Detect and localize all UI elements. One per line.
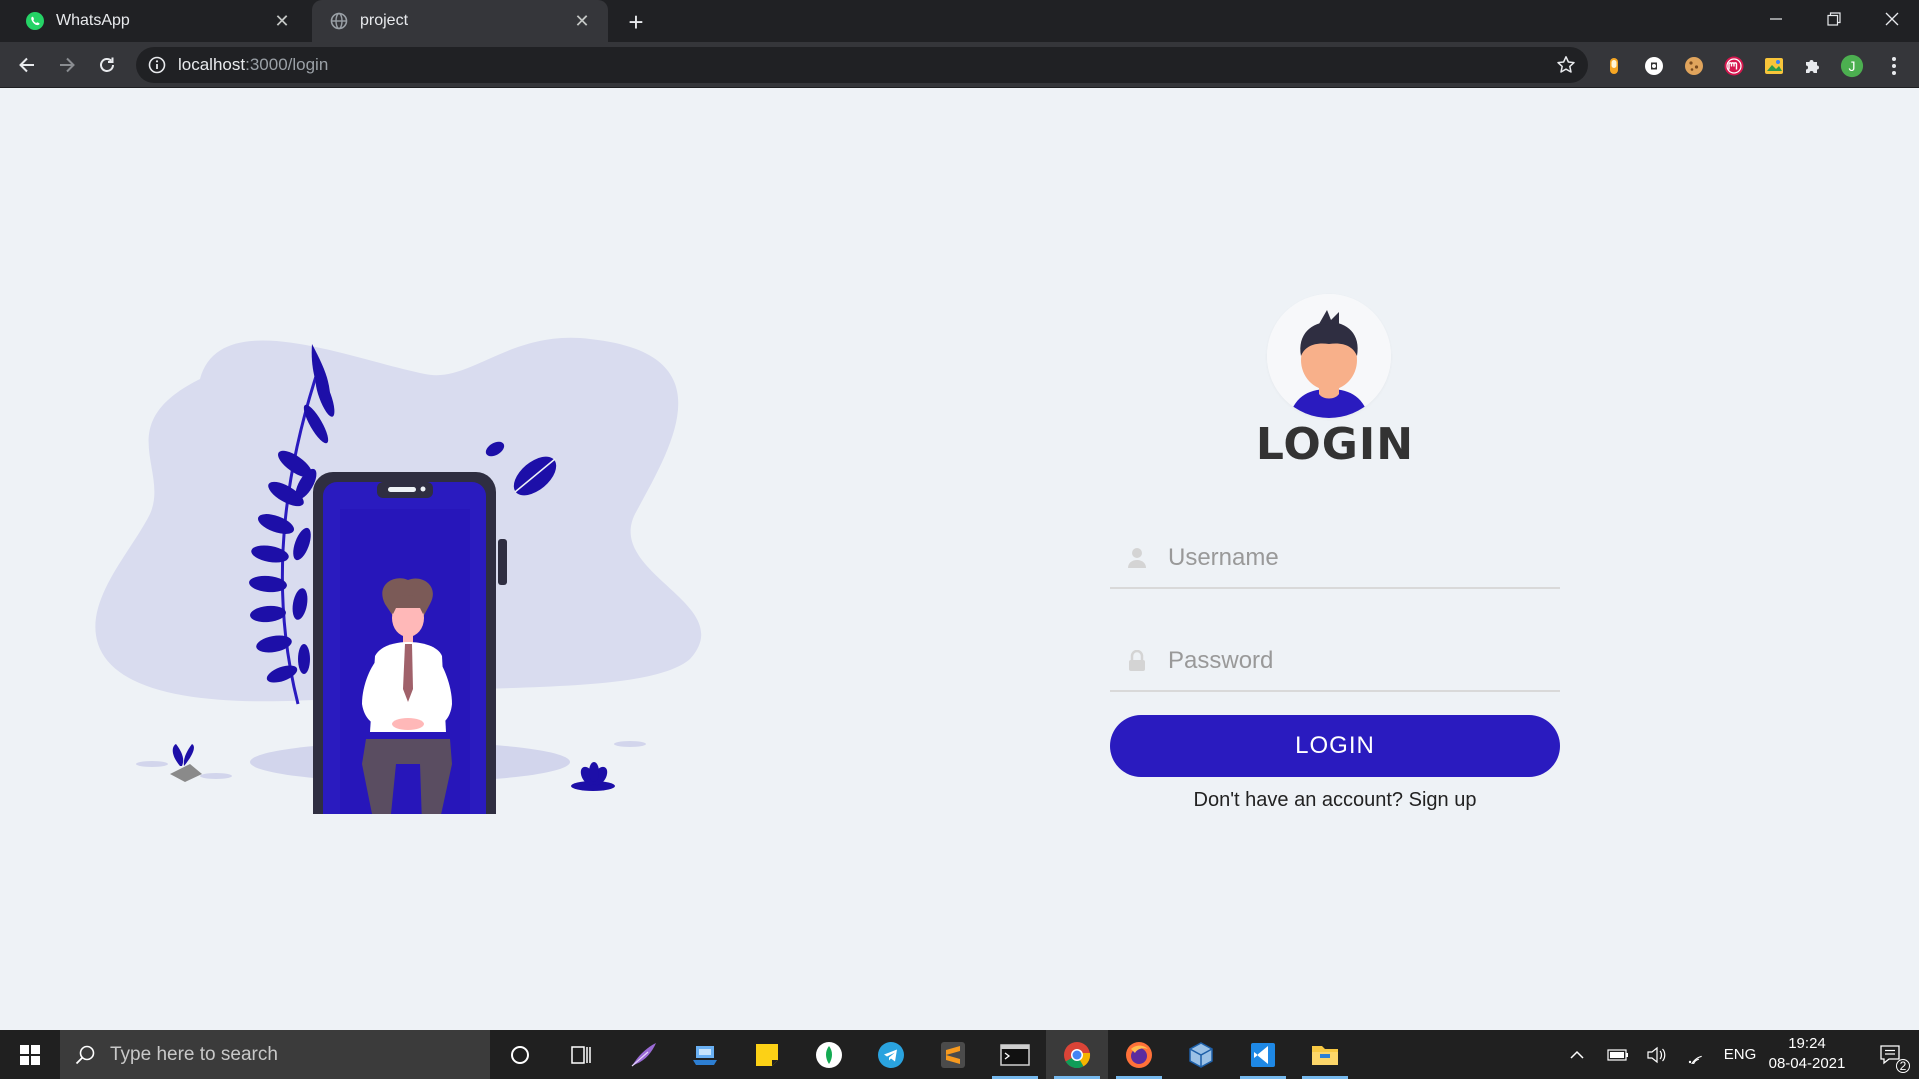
url-text: localhost:3000/login: [178, 55, 328, 75]
puzzle-extensions-icon[interactable]: [1800, 54, 1824, 78]
mongodb-compass-icon[interactable]: [798, 1030, 860, 1079]
tab-whatsapp[interactable]: WhatsApp ✕: [8, 0, 308, 42]
minimize-window-button[interactable]: [1748, 0, 1804, 38]
clock-time: 19:24: [1788, 1035, 1826, 1052]
laptop-app-icon[interactable]: [674, 1030, 736, 1079]
notification-count-badge: 2: [1896, 1059, 1910, 1073]
quill-app-icon[interactable]: [612, 1030, 674, 1079]
chevron-up-icon: [1570, 1050, 1584, 1059]
tab-project[interactable]: project ✕: [312, 0, 608, 42]
login-submit-button[interactable]: LOGIN: [1110, 715, 1560, 777]
task-view-icon[interactable]: [550, 1030, 612, 1079]
language-indicator[interactable]: ENG: [1720, 1030, 1760, 1079]
tab-title: project: [360, 12, 409, 29]
url-host: localhost: [178, 55, 246, 74]
telegram-icon[interactable]: [860, 1030, 922, 1079]
reload-button[interactable]: [92, 50, 122, 80]
signup-prompt: Don't have an account? Sign up: [1110, 789, 1560, 812]
arrow-left-icon: [19, 57, 34, 73]
username-field[interactable]: [1110, 529, 1560, 589]
password-field[interactable]: [1110, 632, 1560, 692]
reload-icon: [100, 57, 114, 72]
arrow-right-icon: [60, 57, 75, 73]
search-icon: [75, 1045, 95, 1064]
bookmark-star-icon[interactable]: [1556, 55, 1576, 75]
system-clock[interactable]: 19:24 08-04-2021: [1762, 1034, 1852, 1074]
password-input[interactable]: [1168, 647, 1548, 675]
forward-button[interactable]: [52, 50, 82, 80]
signup-prompt-text: Don't have an account?: [1193, 789, 1404, 811]
windows-taskbar: Type here to search ENG 19:24 08-04-2021…: [0, 1030, 1919, 1079]
cookie-extension-icon[interactable]: [1682, 54, 1706, 78]
action-center-button[interactable]: 2: [1868, 1030, 1914, 1079]
start-button[interactable]: [0, 1030, 60, 1079]
windows-logo-icon: [20, 1044, 40, 1065]
minimize-icon: [1770, 18, 1782, 20]
close-window-button[interactable]: [1864, 0, 1919, 38]
globe-icon: [328, 10, 350, 32]
address-bar[interactable]: localhost:3000/login: [136, 47, 1588, 83]
browser-toolbar: localhost:3000/login J: [0, 42, 1919, 88]
adblock-extension-icon[interactable]: [1642, 54, 1666, 78]
person-sitting-in-phone-illustration: [95, 337, 702, 814]
sublime-text-icon[interactable]: [922, 1030, 984, 1079]
restore-icon: [1827, 12, 1841, 26]
profile-avatar[interactable]: J: [1840, 54, 1864, 78]
virtualbox-icon[interactable]: [1170, 1030, 1232, 1079]
sticky-notes-icon[interactable]: [736, 1030, 798, 1079]
lock-icon: [1124, 648, 1150, 674]
profile-initial: J: [1848, 58, 1856, 74]
terminal-icon[interactable]: [984, 1030, 1046, 1079]
volume-icon[interactable]: [1642, 1030, 1670, 1079]
chrome-icon[interactable]: [1046, 1030, 1108, 1079]
tab-title: WhatsApp: [56, 12, 130, 29]
clock-date: 08-04-2021: [1768, 1055, 1846, 1072]
taskbar-search-placeholder: Type here to search: [110, 1043, 278, 1065]
show-hidden-icons-button[interactable]: [1562, 1030, 1592, 1079]
wifi-icon[interactable]: [1682, 1030, 1710, 1079]
close-tab-icon[interactable]: ✕: [270, 9, 294, 33]
battery-icon[interactable]: [1604, 1030, 1632, 1079]
user-avatar-icon: [1267, 294, 1391, 418]
user-icon: [1124, 545, 1150, 571]
google-keep-extension-icon[interactable]: [1762, 54, 1786, 78]
mendeley-extension-icon[interactable]: [1722, 54, 1746, 78]
file-explorer-icon[interactable]: [1294, 1030, 1356, 1079]
restore-window-button[interactable]: [1806, 0, 1862, 38]
site-info-icon[interactable]: [148, 56, 166, 74]
close-tab-icon[interactable]: ✕: [570, 9, 594, 33]
honey-extension-icon[interactable]: [1602, 54, 1626, 78]
user-avatar: [1267, 294, 1391, 418]
login-page: LOGIN LOGIN Don't have an account? Sign …: [0, 89, 1919, 1029]
url-path: :3000/login: [245, 55, 329, 74]
close-icon: [1885, 12, 1899, 26]
login-title: LOGIN: [1255, 419, 1415, 470]
more-vertical-icon: [1892, 57, 1896, 75]
whatsapp-icon: [24, 10, 46, 32]
back-button[interactable]: [12, 50, 42, 80]
taskbar-search-box[interactable]: Type here to search: [60, 1030, 490, 1079]
browser-menu-button[interactable]: [1882, 54, 1906, 78]
vscode-icon[interactable]: [1232, 1030, 1294, 1079]
firefox-icon[interactable]: [1108, 1030, 1170, 1079]
new-tab-button[interactable]: +: [622, 8, 650, 36]
browser-tab-strip: WhatsApp ✕ project ✕ +: [0, 0, 1919, 42]
username-input[interactable]: [1168, 544, 1548, 572]
cortana-icon[interactable]: [489, 1030, 551, 1079]
signup-link[interactable]: Sign up: [1409, 789, 1477, 811]
